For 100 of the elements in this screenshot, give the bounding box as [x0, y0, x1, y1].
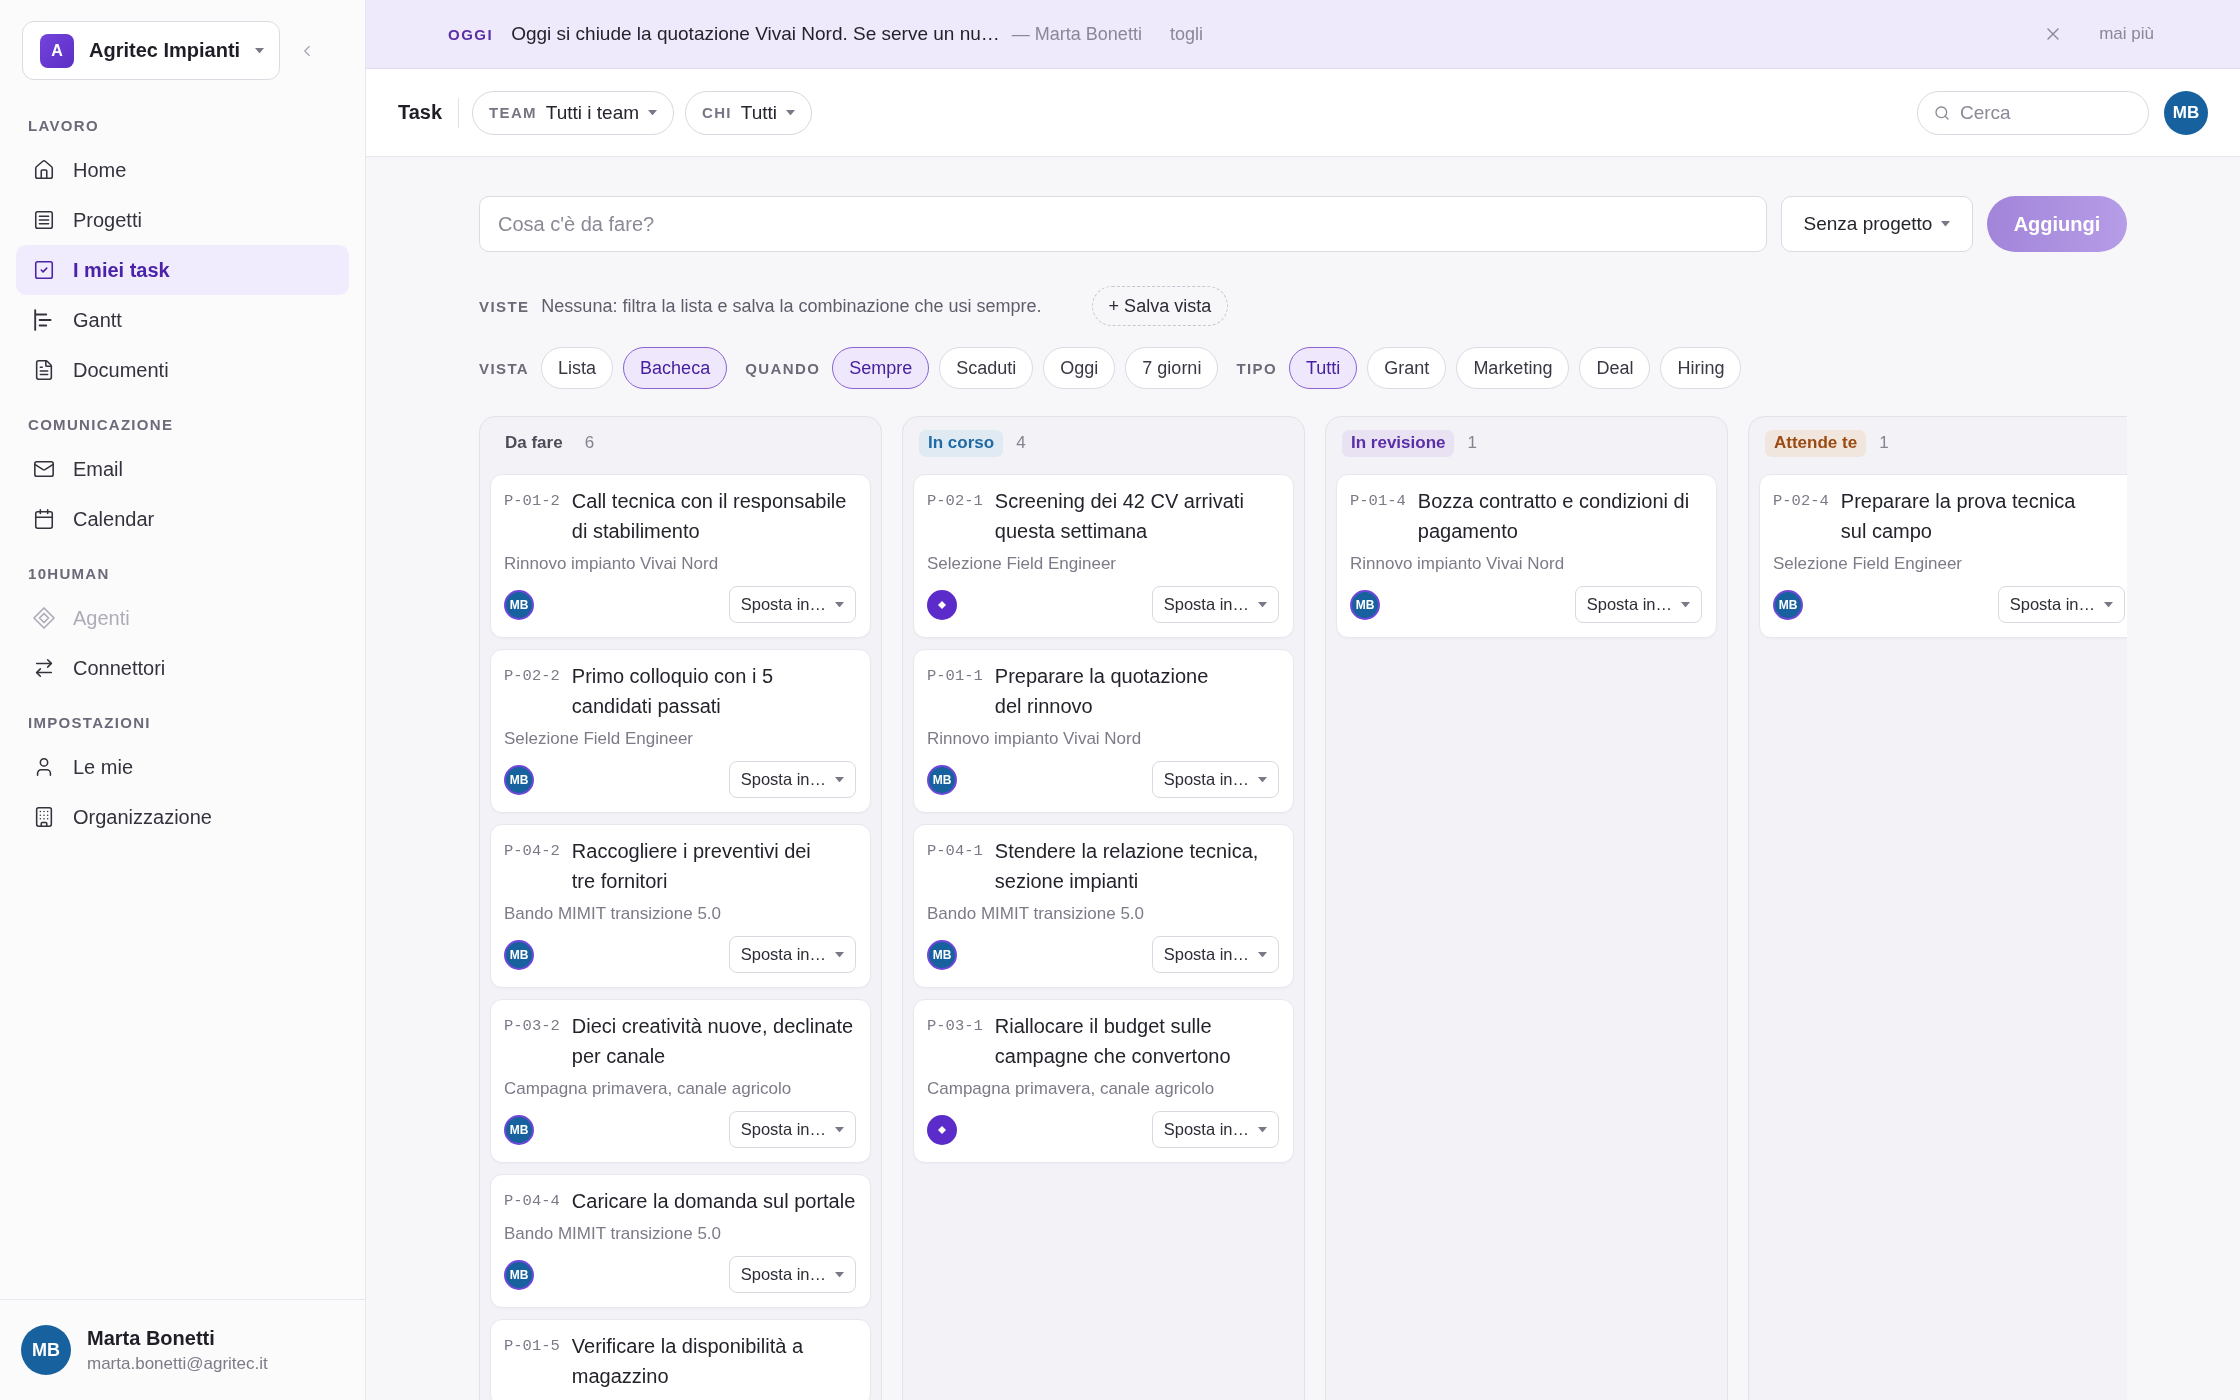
move-dropdown[interactable]: Sposta in… — [1151, 586, 1279, 623]
nav-item[interactable]: Email — [16, 444, 349, 494]
task-id: P-01-1 — [927, 666, 983, 687]
caret-icon — [1258, 776, 1267, 783]
task-title: Raccogliere i preventivi dei tre fornitori — [571, 839, 812, 894]
checkbox-icon — [33, 259, 55, 281]
nav-item[interactable]: Home — [16, 145, 349, 195]
agent-avatar-icon — [927, 589, 957, 620]
filter-chip[interactable]: Hiring — [1660, 347, 1742, 389]
nav-item[interactable]: Calendar — [16, 494, 349, 544]
filter-chip[interactable]: 7 giorni — [1125, 347, 1219, 389]
nav-item[interactable]: Le mie — [16, 742, 349, 792]
caret-icon — [835, 951, 844, 958]
filter-label: QUANDO — [745, 359, 821, 377]
status-badge: In revisione — [1342, 429, 1455, 457]
mail-icon — [33, 458, 55, 480]
move-dropdown[interactable]: Sposta in… — [1151, 1111, 1279, 1148]
search-field[interactable]: Cerca — [1917, 90, 2149, 135]
views-label: VISTE — [479, 297, 530, 315]
assignee-avatar: MB — [927, 764, 957, 795]
task-card[interactable]: P-02-2 Primo colloquio con i 5 candidati passati Selezione Field Engineer MB Sposta in… — [490, 649, 871, 813]
task-id: P-01-4 — [1350, 491, 1406, 512]
move-dropdown[interactable]: Sposta in… — [1151, 761, 1279, 798]
move-dropdown[interactable]: Sposta in… — [1151, 936, 1279, 973]
banner-message: Oggi si chiude la quotazione Vivai Nord. Se serve un nu… — [511, 23, 1000, 45]
nav-item[interactable]: I miei task — [16, 245, 349, 295]
task-card[interactable]: P-02-4 Preparare la prova tecnica sul campo Selezione Field Engineer MB Sposta in… — [1759, 474, 2127, 638]
task-card[interactable]: P-04-4 Caricare la domanda sul portale Bando MIMIT transizione 5.0 MB Sposta in… — [490, 1174, 871, 1308]
filter-chip[interactable]: Lista — [541, 347, 614, 389]
nav-item[interactable]: Organizzazione — [16, 792, 349, 842]
task-id: P-02-1 — [927, 491, 983, 512]
task-card[interactable]: P-01-1 Preparare la quotazione del rinnovo Rinnovo impianto Vivai Nord MB Sposta in… — [913, 649, 1294, 813]
assignee-avatar: MB — [504, 939, 534, 970]
task-card[interactable]: P-02-1 Screening dei 42 CV arrivati questa settimana Selezione Field Engineer Sposta in… — [913, 474, 1294, 638]
filter-chip[interactable]: Sempre — [832, 347, 930, 389]
status-badge: Attende te — [1765, 429, 1867, 457]
filter-chip[interactable]: Bacheca — [623, 347, 728, 389]
move-dropdown[interactable]: Sposta in… — [728, 761, 856, 798]
move-dropdown[interactable]: Sposta in… — [728, 1111, 856, 1148]
task-id: P-04-4 — [504, 1191, 560, 1212]
filter-label: TIPO — [1236, 359, 1277, 377]
filter-dropdown[interactable]: CHI Tutti — [685, 90, 813, 135]
move-dropdown[interactable]: Sposta in… — [728, 936, 856, 973]
move-dropdown[interactable]: Sposta in… — [1574, 586, 1702, 623]
search-icon — [1934, 104, 1950, 121]
task-project: Rinnovo impianto Vivai Nord — [1350, 553, 1566, 575]
filter-chip[interactable]: Tutti — [1289, 347, 1358, 389]
task-title: Riallocare il budget sulle campagne che convertono — [994, 1014, 1232, 1069]
task-project: Selezione Field Engineer — [504, 728, 694, 750]
nav-item[interactable]: Gantt — [16, 295, 349, 345]
task-project: Campagna primavera, canale agricolo — [927, 1078, 1216, 1100]
page-title: Task — [398, 101, 443, 124]
filter-chip[interactable]: Scaduti — [939, 347, 1034, 389]
filter-chip[interactable]: Grant — [1367, 347, 1447, 389]
user-avatar[interactable]: MB — [2164, 90, 2208, 135]
nav-item[interactable]: Progetti — [16, 195, 349, 245]
task-card[interactable]: P-01-2 Call tecnica con il responsabile di stabilimento Rinnovo impianto Vivai Nord MB Sposta in… — [490, 474, 871, 638]
task-project: Rinnovo impianto Vivai Nord — [927, 728, 1143, 750]
filter-chip[interactable]: Deal — [1579, 347, 1651, 389]
caret-icon — [1941, 221, 1951, 227]
task-id: P-03-1 — [927, 1016, 983, 1037]
caret-icon — [255, 47, 265, 54]
move-dropdown[interactable]: Sposta in… — [728, 586, 856, 623]
filter-chip[interactable]: Marketing — [1456, 347, 1570, 389]
project-dropdown[interactable]: Senza progetto — [1781, 196, 1973, 252]
task-card[interactable]: P-04-2 Raccogliere i preventivi dei tre fornitori Bando MIMIT transizione 5.0 MB Sposta in… — [490, 824, 871, 988]
task-id: P-04-1 — [927, 841, 983, 862]
status-badge: In corso — [919, 429, 1004, 457]
task-title: Preparare la quotazione del rinnovo — [994, 664, 1210, 719]
task-title: Caricare la domanda sul portale — [571, 1189, 856, 1214]
nav-item[interactable]: Documenti — [16, 345, 349, 395]
task-project: Selezione Field Engineer — [927, 553, 1117, 575]
task-id: P-01-5 — [504, 1336, 560, 1357]
building-icon — [33, 806, 55, 828]
filter-chip[interactable]: Oggi — [1043, 347, 1116, 389]
caret-icon — [835, 1126, 844, 1133]
task-title: Dieci creatività nuove, declinate per canale — [571, 1014, 855, 1069]
move-dropdown[interactable]: Sposta in… — [1997, 586, 2125, 623]
agent-avatar-icon — [927, 1114, 957, 1145]
task-input[interactable]: Cosa c'è da fare? — [479, 196, 1767, 252]
workspace-switcher[interactable]: A Agritec Impianti — [22, 21, 280, 80]
filter-dropdown[interactable]: TEAM Tutti i team — [472, 90, 675, 135]
caret-icon — [835, 1271, 844, 1278]
diamond-icon — [33, 607, 55, 629]
assignee-avatar: MB — [504, 1259, 534, 1290]
task-card[interactable]: P-03-1 Riallocare il budget sulle campagne che convertono Campagna primavera, canale agricolo Sposta in… — [913, 999, 1294, 1163]
views-hint: Nessuna: filtra la lista e salva la combinazione che usi sempre. — [541, 295, 1042, 317]
assignee-avatar: MB — [927, 939, 957, 970]
move-dropdown[interactable]: Sposta in… — [728, 1256, 856, 1293]
task-card[interactable]: P-01-4 Bozza contratto e condizioni di pagamento Rinnovo impianto Vivai Nord MB Sposta in… — [1336, 474, 1717, 638]
user-avatar[interactable]: MB — [21, 1325, 71, 1375]
caret-icon — [1258, 601, 1267, 608]
task-card[interactable]: P-01-5 Verificare la disponibilità a magazzino — [490, 1319, 871, 1400]
task-card[interactable]: P-04-1 Stendere la relazione tecnica, sezione impianti Bando MIMIT transizione 5.0 MB Sposta in… — [913, 824, 1294, 988]
task-card[interactable]: P-03-2 Dieci creatività nuove, declinate per canale Campagna primavera, canale agricolo MB Sposta in… — [490, 999, 871, 1163]
section-label: LAVORO — [27, 116, 100, 136]
nav-item[interactable]: Connettori — [16, 643, 349, 693]
arrows-icon — [33, 657, 55, 679]
task-project: Bando MIMIT transizione 5.0 — [927, 903, 1145, 925]
task-id: P-04-2 — [504, 841, 560, 862]
